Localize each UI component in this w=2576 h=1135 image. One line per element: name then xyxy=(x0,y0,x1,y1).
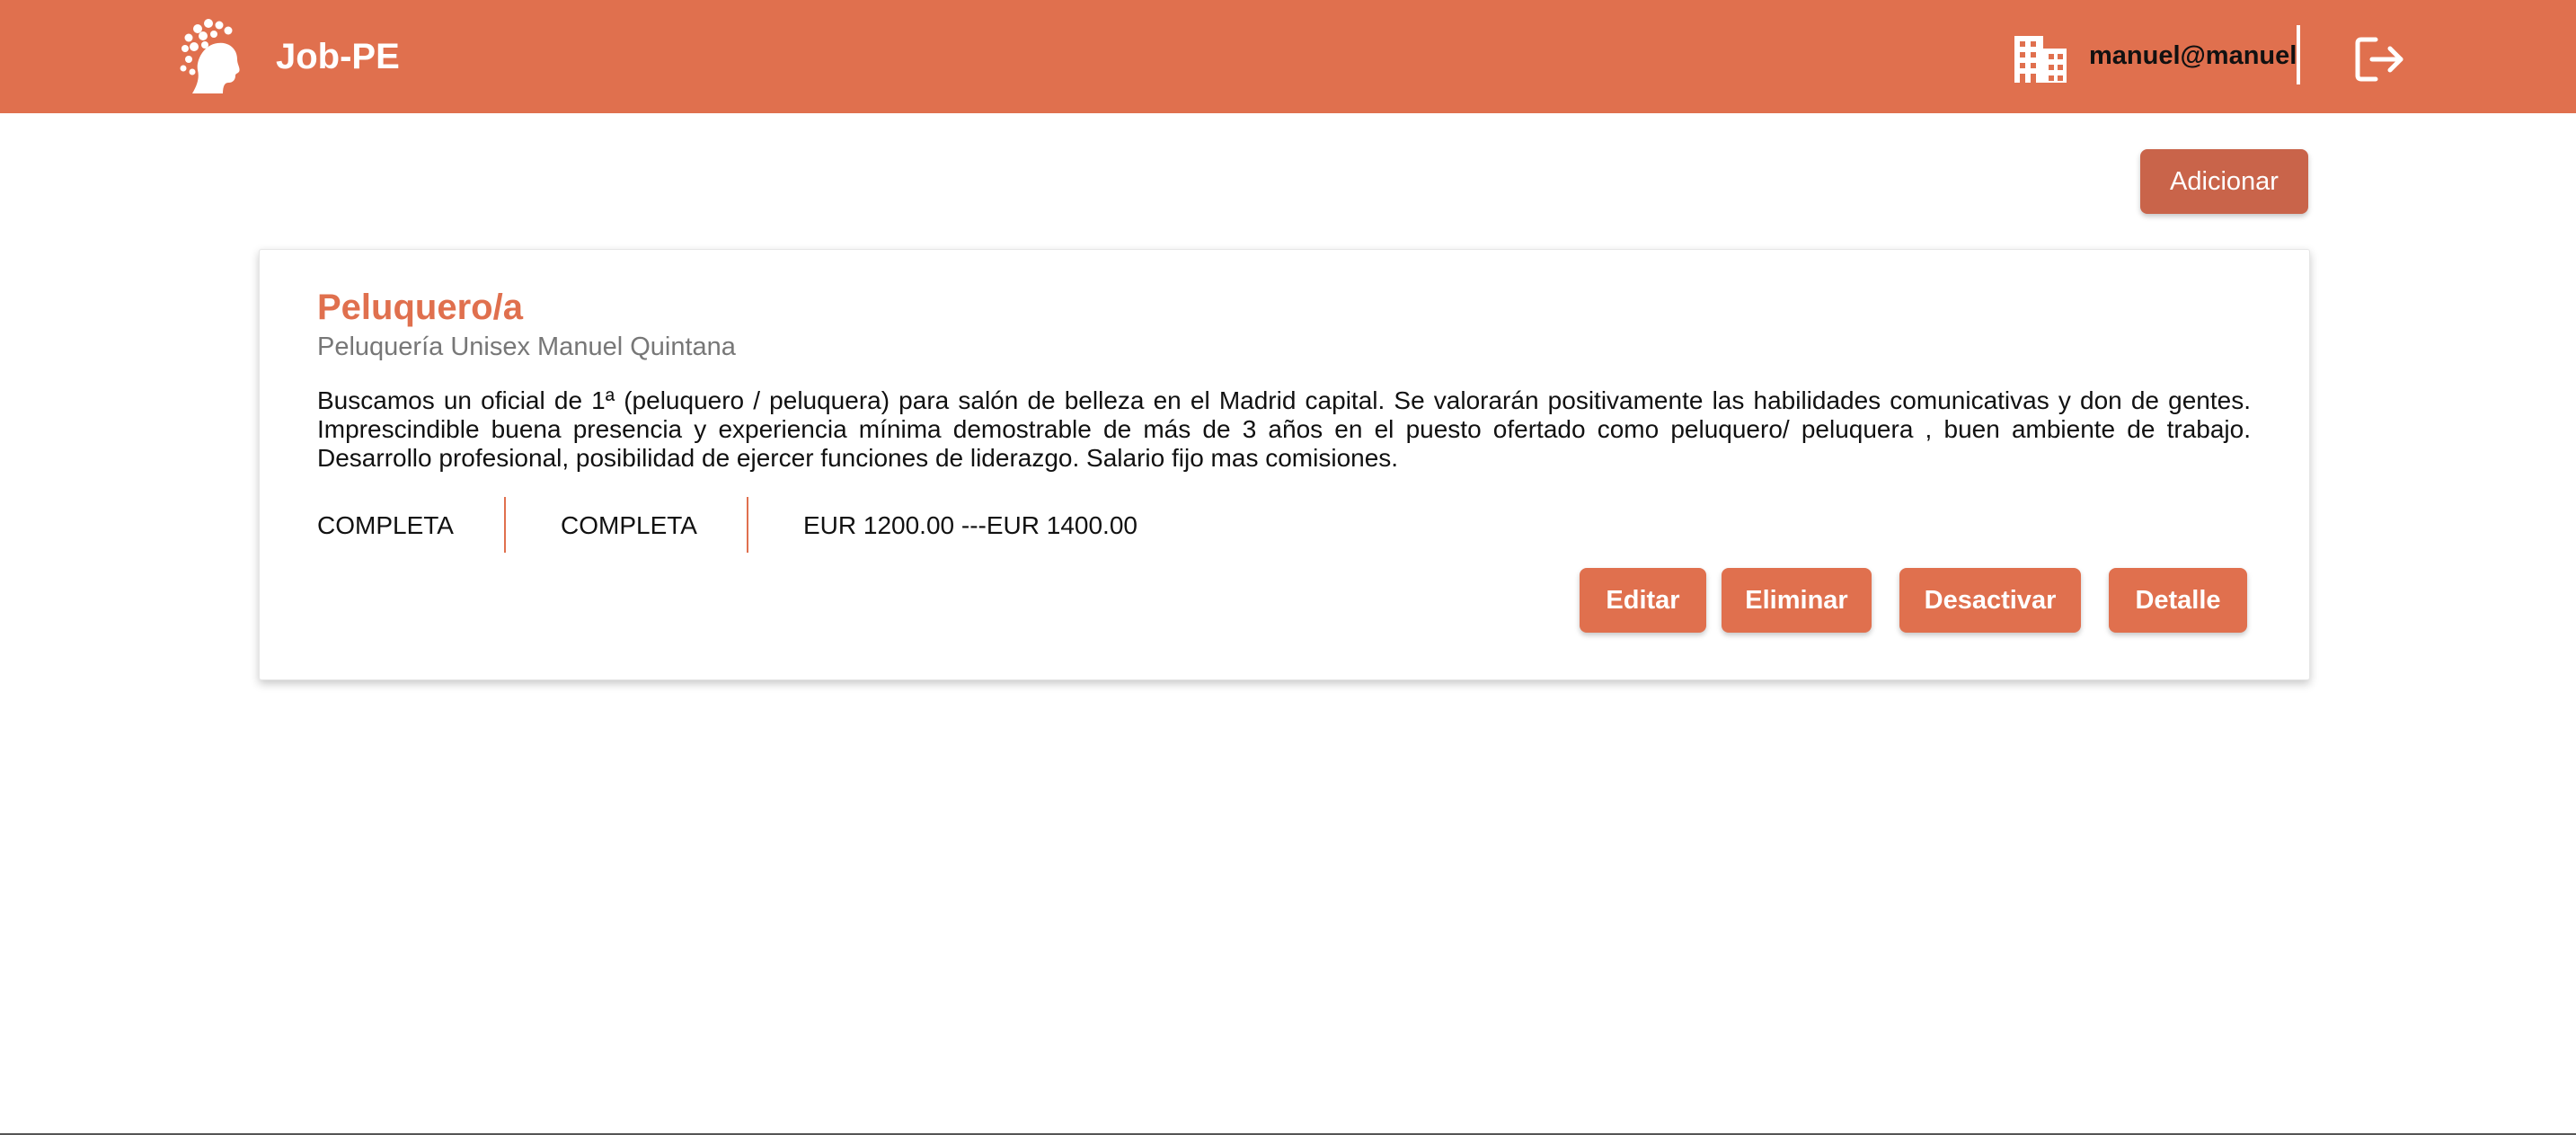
job-contract-type: COMPLETA xyxy=(561,511,697,539)
detail-button[interactable]: Detalle xyxy=(2109,568,2247,633)
delete-button[interactable]: Eliminar xyxy=(1722,568,1872,633)
header-divider xyxy=(2297,25,2300,84)
company-name: Peluquería Unisex Manuel Quintana xyxy=(317,333,736,361)
top-app-bar: Job-PE manuel@manuel xyxy=(0,0,2576,113)
job-description: Buscamos un oficial de 1ª (peluquero / p… xyxy=(317,386,2251,472)
building-icon xyxy=(2014,36,2067,83)
job-offer-card: Peluquero/a Peluquería Unisex Manuel Qui… xyxy=(259,249,2310,680)
job-schedule: COMPLETA xyxy=(317,511,454,539)
meta-divider xyxy=(747,497,748,553)
add-button[interactable]: Adicionar xyxy=(2140,149,2308,214)
deactivate-button[interactable]: Desactivar xyxy=(1899,568,2081,633)
logout-icon[interactable] xyxy=(2354,34,2406,84)
edit-button[interactable]: Editar xyxy=(1580,568,1706,633)
job-salary-range: EUR 1200.00 ---EUR 1400.00 xyxy=(803,511,1138,539)
user-email: manuel@manuel xyxy=(2089,41,2297,70)
woman-tree-logo xyxy=(180,19,240,93)
app-brand: Job-PE xyxy=(276,37,400,76)
meta-divider xyxy=(504,497,506,553)
job-title: Peluquero/a xyxy=(317,288,523,327)
